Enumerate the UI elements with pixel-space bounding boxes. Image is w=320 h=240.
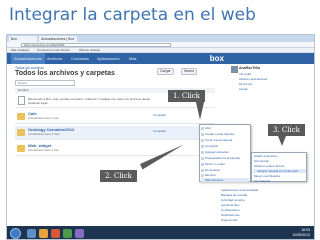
start-button[interactable] (10, 228, 21, 239)
panel-link[interactable]: Obtener aplicaciones (239, 77, 267, 81)
file-icon (18, 96, 25, 105)
panel-link[interactable]: Bandeja de entrada (221, 193, 247, 197)
share-link[interactable]: Compartir (153, 113, 166, 117)
nav-item-files[interactable]: Archivos (47, 53, 62, 64)
panel-link[interactable]: Mi cuenta (239, 82, 252, 86)
menu-item[interactable]: Cargar a esta carpeta (205, 132, 234, 136)
panel-link[interactable]: Notificaciones (221, 213, 240, 217)
new-button[interactable]: Nuevo (181, 68, 198, 75)
folder-meta: Actualizado hace 1 día (28, 148, 59, 152)
share-link[interactable]: Compartir (153, 129, 166, 133)
menu-item[interactable]: Crear nueva carpeta (205, 138, 232, 142)
menu-item-icon (201, 169, 204, 172)
submenu: Añadir a favoritos Sincronizar Obtener e… (251, 152, 307, 183)
menu-item-icon (201, 151, 204, 154)
context-menu: Abrir Cargar a esta carpeta Crear nueva … (199, 124, 251, 182)
files-page: Todos los archivos Todos los archivos y … (7, 64, 314, 226)
menu-item[interactable]: Compartir (205, 144, 218, 148)
taskbar-app-icon[interactable] (39, 229, 48, 238)
panel-link[interactable]: Sugerencias (221, 218, 238, 222)
folder-meta: Actualizado hace 1 día (28, 116, 59, 120)
menu-item-icon (201, 157, 204, 160)
search-input[interactable]: Buscar (15, 80, 75, 86)
panel-link[interactable]: Ayuda (239, 87, 247, 91)
nav-item-apps[interactable]: Aplicaciones (97, 53, 119, 64)
folder-icon (17, 145, 25, 152)
panel-link[interactable]: Aplicaciones recomendadas (221, 188, 259, 192)
file-description: Bienvenido a Box. Aquí puedes compartir,… (28, 97, 151, 105)
list-item[interactable]: Ontology Carnation2012 Actualizado hace … (15, 126, 215, 140)
taskbar-app-icon[interactable] (75, 229, 84, 238)
avatar[interactable] (231, 66, 238, 73)
slide-title: Integrar la carpeta en el web (9, 5, 256, 25)
submenu-item-embed-folder[interactable]: Integrar carpeta en el sitio web (253, 169, 306, 173)
menu-item[interactable]: Eliminar (205, 173, 216, 177)
callout-step-1: 1. Click (168, 90, 205, 102)
submenu-item[interactable]: Ver historial (254, 179, 270, 183)
folder-icon (17, 129, 25, 136)
box-navbar: Actualizaciones Archivos Contactos Aplic… (7, 53, 314, 64)
system-clock[interactable]: 18:53 10/05/2012 (292, 228, 310, 238)
taskbar-app-icon[interactable] (27, 229, 36, 238)
box-logo[interactable]: box (210, 54, 224, 63)
panel-link[interactable]: Actividad reciente (221, 198, 245, 202)
nav-item-updates[interactable]: Actualizaciones (11, 53, 45, 64)
callout-arrow (196, 102, 204, 120)
clock-date: 10/05/2012 (292, 233, 310, 237)
panel-link[interactable]: Ver todos (239, 72, 252, 76)
menu-item-icon (201, 139, 204, 142)
taskbar-app-icon[interactable] (63, 229, 72, 238)
folder-icon (17, 113, 25, 120)
menu-item-icon (201, 174, 204, 177)
folder-meta: Actualizado hace 2 días (28, 132, 60, 136)
submenu-item[interactable]: Sincronizar (254, 159, 269, 163)
panel-link[interactable]: Configuración (221, 208, 240, 212)
windows-taskbar: 18:53 10/05/2012 (7, 226, 314, 239)
menu-item-icon (201, 145, 204, 148)
submenu-item[interactable]: Obtener enlace directo (254, 164, 284, 168)
panel-link[interactable]: Ayuda de Box (221, 203, 240, 207)
url-input[interactable]: https://www.box.com/files/0/f/0 (21, 43, 171, 47)
browser-screenshot: Box Actualizaciones | Box https://www.bo… (6, 34, 315, 240)
nav-item-contacts[interactable]: Contactos (71, 53, 89, 64)
submenu-item[interactable]: Añadir a favoritos (254, 154, 277, 158)
submenu-item[interactable]: Mover a archivados (254, 174, 280, 178)
callout-step-3: 3. Click (268, 124, 305, 136)
callout-step-2: 2. Click (100, 170, 137, 182)
browser-tabstrip: Box Actualizaciones | Box (7, 35, 314, 42)
menu-item[interactable]: Propiedades de la carpeta (205, 156, 240, 160)
taskbar-app-icon[interactable] (51, 229, 60, 238)
menu-item-more-actions[interactable]: Más acciones (201, 178, 249, 182)
callout-arrow (278, 136, 286, 146)
menu-item[interactable]: Agregar etiquetas (205, 150, 229, 154)
nav-item-more[interactable]: Más (129, 53, 137, 64)
upload-button[interactable]: Cargar (157, 68, 174, 75)
menu-item[interactable]: Abrir (205, 126, 211, 130)
menu-item[interactable]: Mover o copiar (205, 162, 225, 166)
menu-item-icon (201, 127, 204, 130)
page-title: Todos los archivos y carpetas (15, 70, 115, 77)
menu-item[interactable]: Renombrar (205, 168, 220, 172)
menu-item-icon (201, 133, 204, 136)
user-name[interactable]: AnaRosTello (239, 66, 260, 70)
menu-item-icon (201, 163, 204, 166)
list-item[interactable]: Cafe Actualizado hace 1 día Compartir (15, 110, 215, 124)
